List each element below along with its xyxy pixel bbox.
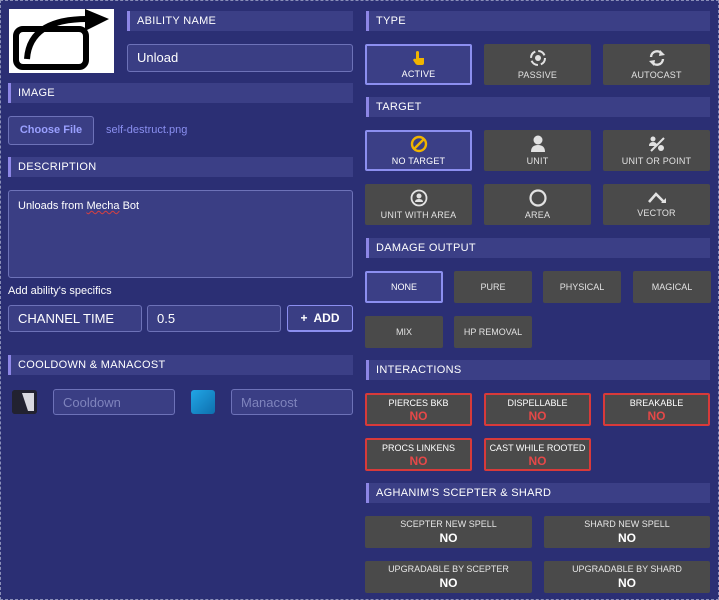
no-target-icon bbox=[410, 135, 427, 153]
refresh-arrows-icon bbox=[648, 50, 665, 66]
interaction-dispellable[interactable]: DISPELLABLE NO bbox=[484, 393, 591, 426]
damage-option-physical[interactable]: PHYSICAL bbox=[543, 271, 621, 303]
description-text-end: Bot bbox=[119, 200, 140, 212]
cooldown-header: COOLDOWN & MANACOST bbox=[8, 355, 353, 375]
interaction-label: PROCS LINKENS bbox=[381, 443, 456, 453]
target-option-unit[interactable]: UNIT bbox=[484, 130, 591, 171]
interactions-header: INTERACTIONS bbox=[366, 360, 710, 380]
target-option-label: AREA bbox=[524, 210, 551, 220]
damage-option-label: MAGICAL bbox=[651, 282, 693, 292]
aghanim-label: UPGRADABLE BY SHARD bbox=[572, 564, 682, 574]
aghanim-value: NO bbox=[439, 576, 458, 590]
aghanim-value: NO bbox=[618, 576, 636, 590]
unload-arrow-icon bbox=[13, 9, 109, 70]
specifics-label: Add ability's specifics bbox=[8, 285, 112, 297]
type-option-passive[interactable]: PASSIVE bbox=[484, 44, 591, 85]
unit-or-point-icon bbox=[648, 136, 665, 152]
description-header: DESCRIPTION bbox=[8, 157, 353, 177]
aghanim-label: UPGRADABLE BY SCEPTER bbox=[388, 564, 509, 574]
damage-option-label: PURE bbox=[480, 282, 506, 292]
specific-value-input[interactable]: 0.5 bbox=[147, 305, 281, 332]
damage-option-pure[interactable]: PURE bbox=[454, 271, 532, 303]
type-option-label: PASSIVE bbox=[517, 70, 558, 80]
damage-output-header: DAMAGE OUTPUT bbox=[366, 238, 710, 258]
damage-option-none[interactable]: NONE bbox=[365, 271, 443, 303]
interaction-breakable[interactable]: BREAKABLE NO bbox=[603, 393, 710, 426]
interaction-cast-while-rooted[interactable]: CAST WHILE ROOTED NO bbox=[484, 438, 591, 471]
target-option-unit-with-area[interactable]: UNIT WITH AREA bbox=[365, 184, 472, 225]
specific-key-input[interactable]: CHANNEL TIME bbox=[8, 305, 142, 332]
manacost-icon bbox=[191, 390, 215, 414]
damage-option-hp-removal[interactable]: HP REMOVAL bbox=[454, 316, 532, 348]
aghanim-header: AGHANIM'S SCEPTER & SHARD bbox=[366, 483, 710, 503]
target-option-unit-or-point[interactable]: UNIT OR POINT bbox=[603, 130, 710, 171]
person-icon bbox=[530, 135, 545, 152]
damage-option-label: PHYSICAL bbox=[559, 282, 605, 292]
description-textarea[interactable]: Unloads from Mecha Bot bbox=[8, 190, 353, 278]
type-header: TYPE bbox=[366, 11, 710, 31]
interaction-label: CAST WHILE ROOTED bbox=[489, 443, 586, 453]
damage-option-label: MIX bbox=[395, 327, 412, 337]
ability-image-preview[interactable] bbox=[9, 9, 114, 73]
interaction-label: DISPELLABLE bbox=[507, 398, 568, 408]
description-text-start: Unloads from bbox=[18, 200, 87, 212]
add-label: ADD bbox=[313, 311, 340, 325]
target-option-vector[interactable]: VECTOR bbox=[603, 184, 710, 225]
aghanim-value: NO bbox=[618, 531, 636, 545]
plus-icon: + bbox=[300, 311, 308, 325]
type-option-autocast[interactable]: AUTOCAST bbox=[603, 44, 710, 85]
target-option-label: VECTOR bbox=[637, 208, 676, 218]
damage-option-mix[interactable]: MIX bbox=[365, 316, 443, 348]
aghanim-scepter-new-spell[interactable]: SCEPTER NEW SPELL NO bbox=[365, 516, 532, 548]
target-header: TARGET bbox=[366, 97, 710, 117]
aghanim-label: SHARD NEW SPELL bbox=[584, 519, 670, 529]
aghanim-shard-new-spell[interactable]: SHARD NEW SPELL NO bbox=[544, 516, 710, 548]
damage-option-label: NONE bbox=[390, 282, 417, 292]
damage-option-magical[interactable]: MAGICAL bbox=[633, 271, 711, 303]
target-option-label: UNIT bbox=[526, 156, 549, 166]
passive-ring-icon bbox=[529, 50, 546, 66]
target-option-area[interactable]: AREA bbox=[484, 184, 591, 225]
aghanim-upgradable-by-shard[interactable]: UPGRADABLE BY SHARD NO bbox=[544, 561, 710, 593]
target-option-label: UNIT WITH AREA bbox=[380, 210, 457, 220]
aghanim-value: NO bbox=[439, 531, 458, 545]
interaction-value: NO bbox=[528, 409, 547, 423]
target-option-no-target[interactable]: NO TARGET bbox=[365, 130, 472, 171]
circle-icon bbox=[528, 189, 547, 207]
damage-option-label: HP REMOVAL bbox=[463, 327, 523, 337]
ability-name-header: ABILITY NAME bbox=[127, 11, 353, 31]
aghanim-label: SCEPTER NEW SPELL bbox=[400, 519, 497, 529]
type-option-active[interactable]: ACTIVE bbox=[365, 44, 472, 85]
interaction-pierces-bkb[interactable]: PIERCES BKB NO bbox=[365, 393, 472, 426]
ability-name-input[interactable]: Unload bbox=[127, 44, 353, 72]
pointer-hand-icon bbox=[412, 51, 424, 65]
type-option-label: ACTIVE bbox=[401, 69, 436, 79]
description-text-word: Mecha bbox=[86, 200, 120, 212]
cooldown-input[interactable]: Cooldown bbox=[53, 389, 175, 415]
type-option-label: AUTOCAST bbox=[631, 70, 682, 80]
target-option-label: UNIT OR POINT bbox=[621, 156, 692, 166]
cooldown-icon bbox=[12, 390, 37, 414]
person-circle-icon bbox=[410, 189, 427, 207]
interaction-label: BREAKABLE bbox=[629, 398, 684, 408]
interaction-value: NO bbox=[528, 454, 547, 468]
interaction-value: NO bbox=[409, 454, 428, 468]
image-filename: self-destruct.png bbox=[106, 124, 188, 136]
interaction-procs-linkens[interactable]: PROCS LINKENS NO bbox=[365, 438, 472, 471]
vector-arrow-icon bbox=[647, 192, 666, 203]
image-header: IMAGE bbox=[8, 83, 353, 103]
interaction-value: NO bbox=[647, 409, 666, 423]
add-specific-button[interactable]: + ADD bbox=[287, 305, 353, 332]
manacost-input[interactable]: Manacost bbox=[231, 389, 353, 415]
choose-file-button[interactable]: Choose File bbox=[8, 116, 94, 145]
target-option-label: NO TARGET bbox=[391, 156, 446, 166]
interaction-label: PIERCES BKB bbox=[388, 398, 449, 408]
aghanim-upgradable-by-scepter[interactable]: UPGRADABLE BY SCEPTER NO bbox=[365, 561, 532, 593]
interaction-value: NO bbox=[409, 409, 428, 423]
